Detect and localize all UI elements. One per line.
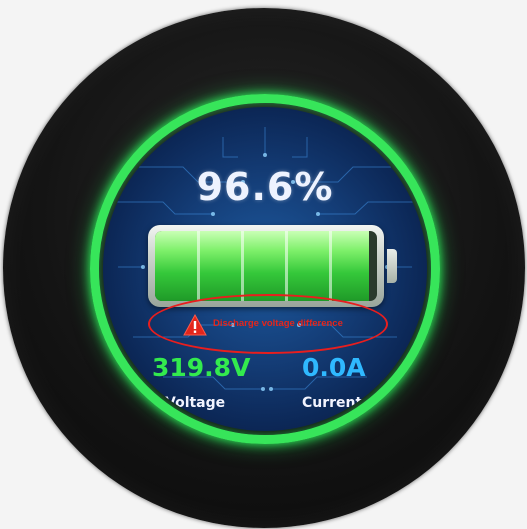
battery-percent: 96.6%	[196, 165, 334, 209]
battery-cell-divider	[197, 231, 200, 301]
display-screen: 96.6% Discharge voltage difference 319.8…	[103, 107, 427, 431]
battery-cell-divider	[241, 231, 244, 301]
current-label: Current	[302, 395, 363, 411]
battery-terminal	[387, 249, 397, 283]
voltage-label: Voltage	[165, 395, 226, 411]
annotation-ellipse	[148, 294, 388, 354]
battery-cell-divider	[285, 231, 288, 301]
battery-cell-divider	[329, 231, 332, 301]
battery-level-fill	[155, 231, 370, 301]
battery-inner	[155, 231, 377, 301]
current-value: 0.0A	[302, 353, 366, 382]
screenshot-stage: 96.6% Discharge voltage difference 319.8…	[0, 0, 527, 529]
voltage-value: 319.8V	[152, 353, 251, 382]
